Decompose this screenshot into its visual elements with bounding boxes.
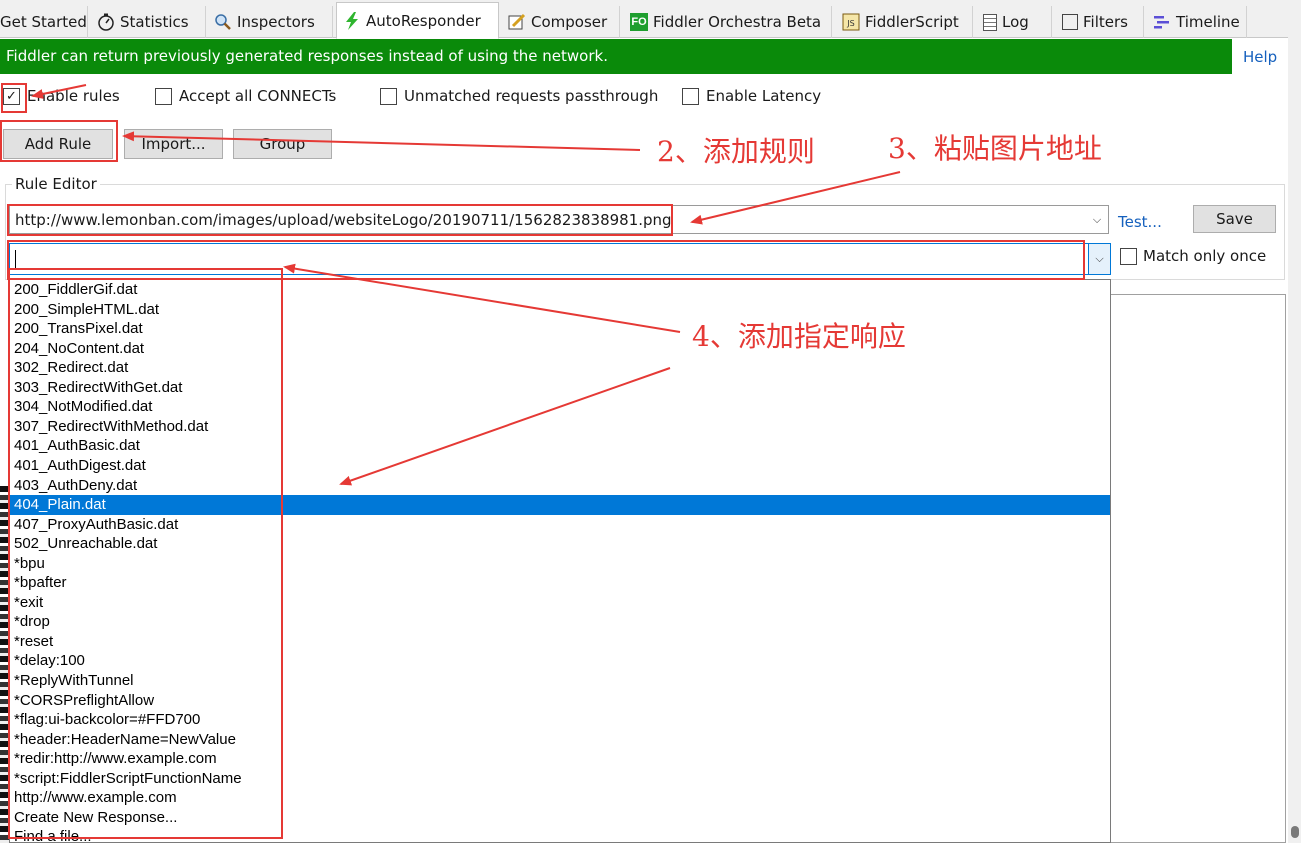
enable-rules-label: Enable rules xyxy=(27,87,120,105)
timeline-icon xyxy=(1153,13,1171,31)
tab-get-started[interactable]: Get Started xyxy=(0,6,88,38)
pencil-icon xyxy=(508,13,526,31)
match-only-once-checkbox[interactable] xyxy=(1120,247,1137,265)
script-icon: JS xyxy=(842,13,860,31)
tab-label: Get Started xyxy=(0,13,87,31)
log-icon xyxy=(983,13,997,31)
annotation-step2: 2、添加规则 xyxy=(657,135,815,168)
tab-label: FiddlerScript xyxy=(865,13,959,31)
import-button[interactable]: Import... xyxy=(124,129,223,159)
annotation-box-list xyxy=(8,268,283,839)
annotation-box-match-url xyxy=(7,204,673,236)
tab-label: Filters xyxy=(1083,13,1128,31)
group-button[interactable]: Group xyxy=(233,129,332,159)
match-only-once-option[interactable]: Match only once xyxy=(1120,247,1266,265)
rule-editor-label: Rule Editor xyxy=(12,175,100,193)
accept-connects-label: Accept all CONNECTs xyxy=(179,87,337,105)
script-icon-text: JS xyxy=(846,19,854,28)
accept-connects-option[interactable]: Accept all CONNECTs xyxy=(155,86,336,106)
enable-latency-option[interactable]: Enable Latency xyxy=(682,86,821,106)
response-preview-pane xyxy=(1110,294,1286,843)
enable-latency-checkbox[interactable] xyxy=(682,87,699,105)
tab-composer[interactable]: Composer xyxy=(502,6,620,38)
unmatched-passthrough-checkbox[interactable] xyxy=(380,87,397,105)
magnifier-icon xyxy=(214,13,232,31)
tab-autoresponder[interactable]: AutoResponder xyxy=(336,2,499,39)
tab-strip: Get Started Statistics Inspectors AutoRe… xyxy=(0,0,1301,39)
tab-label: Composer xyxy=(531,13,608,31)
unmatched-passthrough-label: Unmatched requests passthrough xyxy=(404,87,659,105)
scrollbar-thumb[interactable] xyxy=(1291,826,1299,838)
match-only-once-label: Match only once xyxy=(1143,247,1267,265)
chevron-down-icon[interactable]: ⌵ xyxy=(1086,206,1108,233)
tab-label: Statistics xyxy=(120,13,189,31)
save-button[interactable]: Save xyxy=(1193,205,1276,233)
tab-log[interactable]: Log xyxy=(977,6,1052,38)
annotation-box-enable-rules xyxy=(1,83,27,113)
info-banner: Fiddler can return previously generated … xyxy=(0,39,1232,74)
chevron-down-icon[interactable]: ⌵ xyxy=(1088,244,1110,274)
unmatched-passthrough-option[interactable]: Unmatched requests passthrough xyxy=(380,86,658,106)
stopwatch-icon xyxy=(97,13,115,31)
enable-latency-label: Enable Latency xyxy=(706,87,822,105)
tab-inspectors[interactable]: Inspectors xyxy=(208,6,333,38)
lightning-icon xyxy=(343,11,361,30)
tab-label: AutoResponder xyxy=(366,11,481,30)
annotation-step4: 4、添加指定响应 xyxy=(692,320,906,353)
fo-icon: FO xyxy=(630,13,648,31)
tab-label: Log xyxy=(1002,13,1029,31)
filter-checkbox-icon xyxy=(1062,14,1078,30)
tab-label: Fiddler Orchestra Beta xyxy=(653,13,822,31)
tab-filters[interactable]: Filters xyxy=(1056,6,1144,38)
tab-statistics[interactable]: Statistics xyxy=(91,6,206,38)
tab-label: Timeline xyxy=(1176,13,1240,31)
annotation-step3: 3、粘贴图片地址 xyxy=(888,132,1102,165)
tab-label: Inspectors xyxy=(237,13,315,31)
window-scrollbar[interactable] xyxy=(1288,0,1301,843)
tab-fiddler-orchestra[interactable]: FO Fiddler Orchestra Beta xyxy=(624,6,832,38)
accept-connects-checkbox[interactable] xyxy=(155,87,172,105)
tab-fiddlerscript[interactable]: JS FiddlerScript xyxy=(836,6,973,38)
tab-timeline[interactable]: Timeline xyxy=(1147,6,1247,38)
help-link[interactable]: Help xyxy=(1243,48,1277,66)
test-link[interactable]: Test... xyxy=(1118,213,1162,231)
annotation-box-add-rule xyxy=(0,120,118,162)
